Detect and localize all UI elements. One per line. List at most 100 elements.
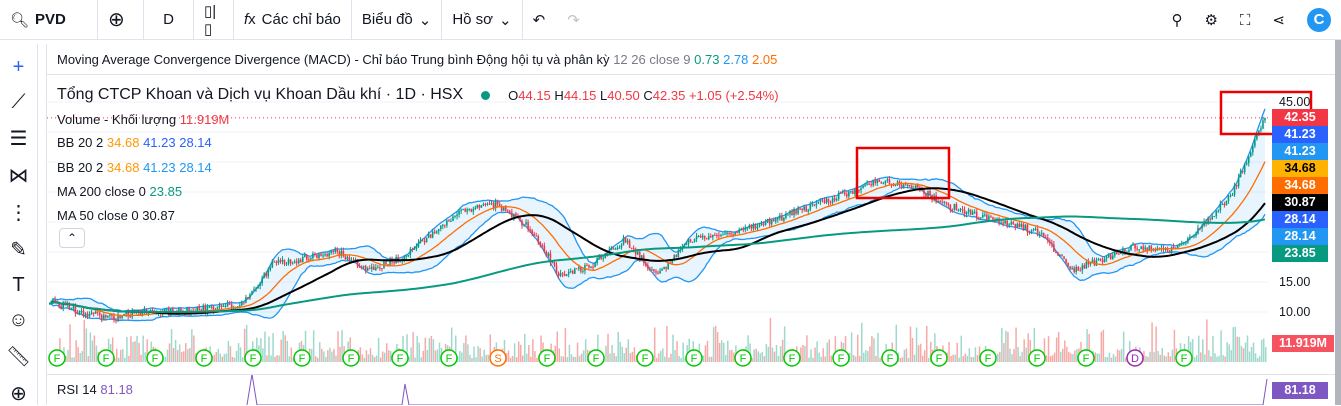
candle-body	[435, 231, 438, 233]
candle-body	[92, 312, 95, 314]
candle-body	[444, 224, 446, 226]
bb-upper	[48, 108, 1266, 312]
candle-body	[707, 236, 710, 240]
ruler-icon[interactable]: 📏︎	[6, 344, 31, 369]
candle-body	[770, 219, 773, 225]
volume-bar	[193, 335, 195, 362]
volume-bar	[1003, 343, 1005, 362]
candle-body	[799, 208, 801, 210]
volume-bar	[1250, 346, 1253, 362]
zoom-in-icon[interactable]: ⊕	[10, 381, 27, 406]
candle-body	[691, 241, 694, 243]
candle-body	[521, 220, 523, 226]
bb-legend-2[interactable]: BB 20 2 34.68 41.23 28.14	[57, 160, 212, 175]
volume-bar	[1120, 348, 1123, 362]
market-status-icon	[481, 90, 491, 100]
profile-menu[interactable]: Hồ sơ ⌄	[442, 0, 523, 40]
text-icon[interactable]: T	[12, 274, 24, 297]
redo-icon[interactable]: ↷	[567, 11, 580, 29]
candle-body	[553, 262, 556, 266]
candle-body	[1247, 156, 1250, 164]
volume-bar	[359, 347, 362, 362]
candles-icon[interactable]: ▯|▯	[194, 0, 234, 40]
gear-icon[interactable]: ⚙	[1204, 11, 1217, 29]
candle-body	[594, 263, 596, 267]
candle-body	[523, 224, 525, 226]
rsi-legend[interactable]: RSI 14 81.18	[57, 382, 133, 397]
pattern-icon[interactable]: ⋈	[9, 163, 29, 188]
candle-body	[100, 315, 103, 319]
volume-bar	[875, 355, 877, 362]
candle-body	[448, 220, 450, 222]
undo-icon[interactable]: ↶	[533, 11, 546, 29]
quick-search-icon[interactable]: ⚲	[1171, 11, 1182, 29]
volume-bar	[1218, 355, 1220, 362]
candle-body	[442, 224, 444, 226]
candle-body	[1197, 228, 1199, 234]
volume-legend[interactable]: Volume - Khối lượng 11.919M	[57, 112, 229, 127]
candle-body	[541, 245, 544, 247]
candle-body	[864, 184, 866, 186]
ma50-legend[interactable]: MA 50 close 0 30.87	[57, 208, 175, 223]
candle-body	[267, 269, 270, 277]
volume-bar	[976, 355, 979, 362]
candle-body	[630, 247, 633, 249]
volume-bar	[1202, 339, 1204, 362]
volume-bar	[1145, 356, 1147, 362]
candle-body	[74, 306, 77, 314]
volume-bar	[1106, 357, 1109, 362]
indicators-button[interactable]: fx Các chỉ báo	[234, 0, 352, 40]
candle-body	[385, 261, 387, 265]
share-icon[interactable]: ⋖	[1272, 11, 1285, 29]
volume-bar	[1005, 330, 1007, 362]
candle-body	[1264, 117, 1266, 121]
candle-body	[732, 233, 734, 235]
crosshair-icon[interactable]: +	[13, 56, 25, 79]
volume-bar	[664, 356, 666, 362]
candle-body	[525, 222, 527, 225]
candle-body	[324, 254, 326, 256]
fib-icon[interactable]: ⋮	[9, 200, 29, 225]
candle-body	[506, 210, 509, 212]
candle-body	[78, 311, 81, 314]
candle-body	[943, 201, 946, 203]
volume-bar	[385, 343, 388, 362]
volume-bar	[69, 324, 71, 362]
volume-bar	[1149, 351, 1151, 362]
volume-bar	[227, 340, 230, 362]
candle-body	[285, 263, 288, 265]
symbol-search[interactable]: 🔍︎ PVD	[0, 0, 98, 40]
compare-button[interactable]: ⊕	[98, 0, 144, 40]
volume-bar	[522, 355, 524, 362]
chart-pane[interactable]: F F F F F F F F F S F F F F F F F F F F F F D F Moving Average …	[46, 44, 1336, 405]
volume-bar	[115, 348, 118, 362]
volume-bar	[1200, 352, 1202, 362]
volume-bar	[909, 326, 912, 362]
volume-bar	[126, 336, 128, 362]
fullscreen-icon[interactable]: ⛶	[1240, 12, 1251, 29]
candle-body	[738, 229, 741, 233]
candle-body	[1113, 250, 1116, 256]
trend-line-icon[interactable]: ⟋	[12, 91, 26, 114]
volume-bar	[310, 348, 313, 362]
candle-body	[452, 216, 454, 221]
ma200-legend[interactable]: MA 200 close 0 23.85	[57, 184, 182, 199]
candle-body	[910, 185, 913, 189]
candle-body	[1036, 228, 1039, 235]
candle-body	[679, 249, 682, 251]
interval-button[interactable]: D	[144, 0, 194, 40]
horizontal-lines-icon[interactable]: ☰	[10, 126, 28, 151]
volume-bar	[970, 357, 973, 362]
symbol-legend: Tổng CTCP Khoan và Dịch vụ Khoan Dầu khí…	[57, 86, 779, 103]
scrollbar[interactable]	[1335, 40, 1341, 405]
brush-icon[interactable]: ✎	[10, 237, 27, 262]
volume-bar	[682, 342, 684, 362]
volume-bar	[331, 351, 333, 362]
collapse-legend-button[interactable]: ⌃	[59, 228, 85, 248]
chart-menu[interactable]: Biểu đồ ⌄	[352, 0, 443, 40]
bb-legend-1[interactable]: BB 20 2 34.68 41.23 28.14	[57, 135, 212, 150]
volume-bar	[767, 346, 770, 362]
candle-body	[322, 255, 324, 257]
emoji-icon[interactable]: ☺	[8, 309, 28, 332]
volume-bar	[1151, 322, 1153, 362]
